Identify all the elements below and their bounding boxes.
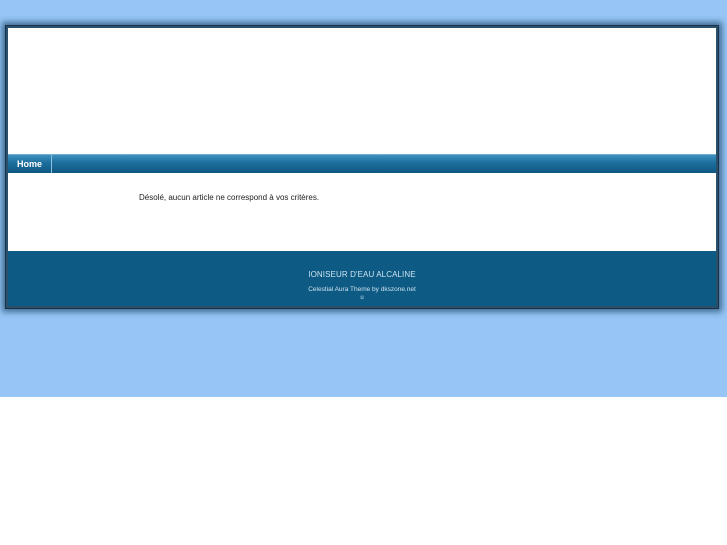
- nav-item-home[interactable]: Home: [8, 155, 52, 173]
- footer-theme-credit[interactable]: Celestial Aura Theme by dkszone.net: [8, 286, 716, 293]
- page-container: Home Désolé, aucun article ne correspond…: [8, 28, 716, 306]
- main-navigation: Home: [8, 154, 716, 174]
- footer-mark: u: [360, 295, 364, 301]
- page-frame: Home Désolé, aucun article ne correspond…: [5, 25, 719, 309]
- footer-site-title[interactable]: IONISEUR D'EAU ALCALINE: [8, 270, 716, 279]
- site-header: [8, 28, 716, 154]
- site-footer: IONISEUR D'EAU ALCALINE Celestial Aura T…: [8, 251, 716, 306]
- main-content: Désolé, aucun article ne correspond à vo…: [8, 173, 716, 251]
- no-results-message: Désolé, aucun article ne correspond à vo…: [139, 193, 320, 202]
